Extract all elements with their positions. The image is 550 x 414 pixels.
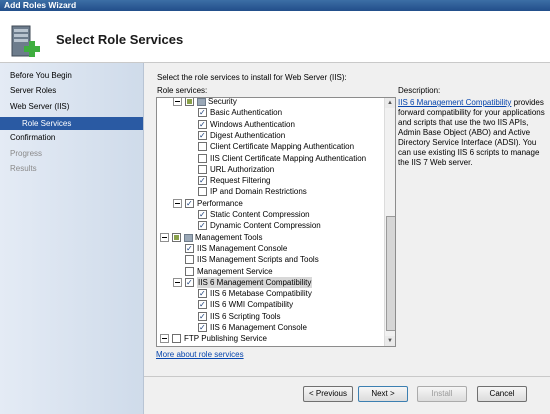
checkbox[interactable] — [198, 130, 207, 140]
tree-item-label: IIS 6 Management Compatibility — [197, 276, 313, 288]
checkbox[interactable] — [198, 187, 207, 197]
checkbox[interactable] — [172, 232, 181, 242]
tree-item-label: FTP Publishing Service — [184, 334, 267, 344]
scroll-thumb[interactable] — [386, 216, 395, 331]
nav-item-role-services[interactable]: Role Services — [0, 117, 143, 130]
checkbox[interactable] — [185, 198, 194, 208]
checkbox[interactable] — [185, 277, 194, 287]
cancel-button[interactable]: Cancel — [477, 386, 527, 402]
collapse-icon[interactable] — [160, 232, 169, 242]
checkbox[interactable] — [185, 98, 194, 106]
scroll-down-icon[interactable]: ▼ — [385, 336, 395, 346]
checkbox[interactable] — [198, 300, 207, 310]
tree-item-label: IP and Domain Restrictions — [210, 187, 307, 197]
tree-item-label: Security — [208, 97, 237, 106]
checkbox[interactable] — [198, 176, 207, 186]
collapse-icon[interactable] — [173, 277, 182, 287]
tree-item-label: Windows Authentication — [210, 119, 295, 129]
checkbox[interactable] — [198, 323, 207, 332]
role-services-tree[interactable]: FTP Publishing Service IIS 6 Management C… — [156, 97, 396, 347]
server-add-icon — [11, 25, 40, 57]
main-panel: Select the role services to install for … — [144, 63, 550, 414]
next-button[interactable]: Next > — [358, 386, 408, 402]
tree-item-label: IIS Management Scripts and Tools — [197, 255, 319, 265]
tree-item-label: Management Service — [197, 266, 273, 276]
tree-item-label: Client Certificate Mapping Authenticatio… — [210, 142, 355, 152]
nav-item-before-you-begin[interactable]: Before You Begin — [10, 71, 72, 80]
nav-item-progress: Progress — [10, 149, 43, 158]
wizard-header: Select Role Services — [0, 11, 550, 63]
checkbox[interactable] — [198, 164, 207, 174]
checkbox[interactable] — [198, 153, 207, 163]
role-services-label: Role services: — [157, 86, 208, 95]
description-body: IIS 6 Management Compatibility provides … — [398, 98, 546, 168]
tree-item-label: Digest Authentication — [210, 130, 286, 140]
tree-item-label: Basic Authentication — [210, 108, 283, 118]
checkbox[interactable] — [198, 142, 207, 152]
checkbox[interactable] — [185, 243, 194, 253]
description-link[interactable]: IIS 6 Management Compatibility — [398, 98, 511, 107]
scroll-up-icon[interactable]: ▲ — [385, 98, 395, 108]
checkbox[interactable] — [198, 119, 207, 129]
tree-item-label: Dynamic Content Compression — [210, 221, 321, 231]
tree-item-label: IIS 6 Scripting Tools — [210, 311, 281, 321]
previous-button[interactable]: < Previous — [303, 386, 353, 402]
intro-text: Select the role services to install for … — [157, 73, 347, 82]
tree-item-label: IIS Management Console — [197, 243, 288, 253]
tree-item-label: IIS 6 WMI Compatibility — [210, 300, 294, 310]
checkbox[interactable] — [185, 255, 194, 265]
tree-item-label: Request Filtering — [210, 176, 271, 186]
folder-icon — [197, 98, 206, 106]
checkbox[interactable] — [198, 311, 207, 321]
nav-item-label: Role Services — [22, 119, 72, 128]
tree-item-label: Management Tools — [195, 232, 263, 242]
more-about-role-services-link[interactable]: More about role services — [156, 350, 244, 359]
checkbox[interactable] — [172, 334, 181, 344]
description-heading: Description: — [398, 86, 441, 95]
description-text: provides forward compatibility for your … — [398, 98, 545, 167]
nav-item-confirmation[interactable]: Confirmation — [10, 133, 55, 142]
wizard-nav: Before You Begin Server Roles Web Server… — [0, 63, 144, 414]
tree-item-label: URL Authorization — [210, 164, 275, 174]
checkbox[interactable] — [198, 289, 207, 299]
window-title: Add Roles Wizard — [4, 0, 77, 10]
nav-item-web-server[interactable]: Web Server (IIS) — [10, 102, 69, 111]
install-button: Install — [417, 386, 467, 402]
collapse-icon[interactable] — [173, 198, 182, 208]
tree-item-label: Performance — [197, 198, 243, 208]
collapse-icon[interactable] — [160, 334, 169, 344]
page-title: Select Role Services — [56, 32, 184, 47]
tree-item-label: IIS 6 Metabase Compatibility — [210, 289, 312, 299]
checkbox[interactable] — [198, 210, 207, 219]
tree-item-label: Static Content Compression — [210, 210, 310, 219]
checkbox[interactable] — [198, 221, 207, 231]
tree-item-label: IIS Client Certificate Mapping Authentic… — [210, 153, 367, 163]
tree-item-label: IIS 6 Management Console — [210, 323, 307, 332]
checkbox[interactable] — [185, 266, 194, 276]
button-bar-divider — [144, 376, 550, 377]
title-bar: Add Roles Wizard — [0, 0, 550, 11]
checkbox[interactable] — [198, 108, 207, 118]
nav-item-server-roles[interactable]: Server Roles — [10, 86, 56, 95]
tree-scrollbar[interactable]: ▲ ▼ — [384, 98, 395, 346]
folder-icon — [184, 233, 193, 242]
nav-item-results: Results — [10, 164, 37, 173]
collapse-icon[interactable] — [173, 98, 182, 106]
